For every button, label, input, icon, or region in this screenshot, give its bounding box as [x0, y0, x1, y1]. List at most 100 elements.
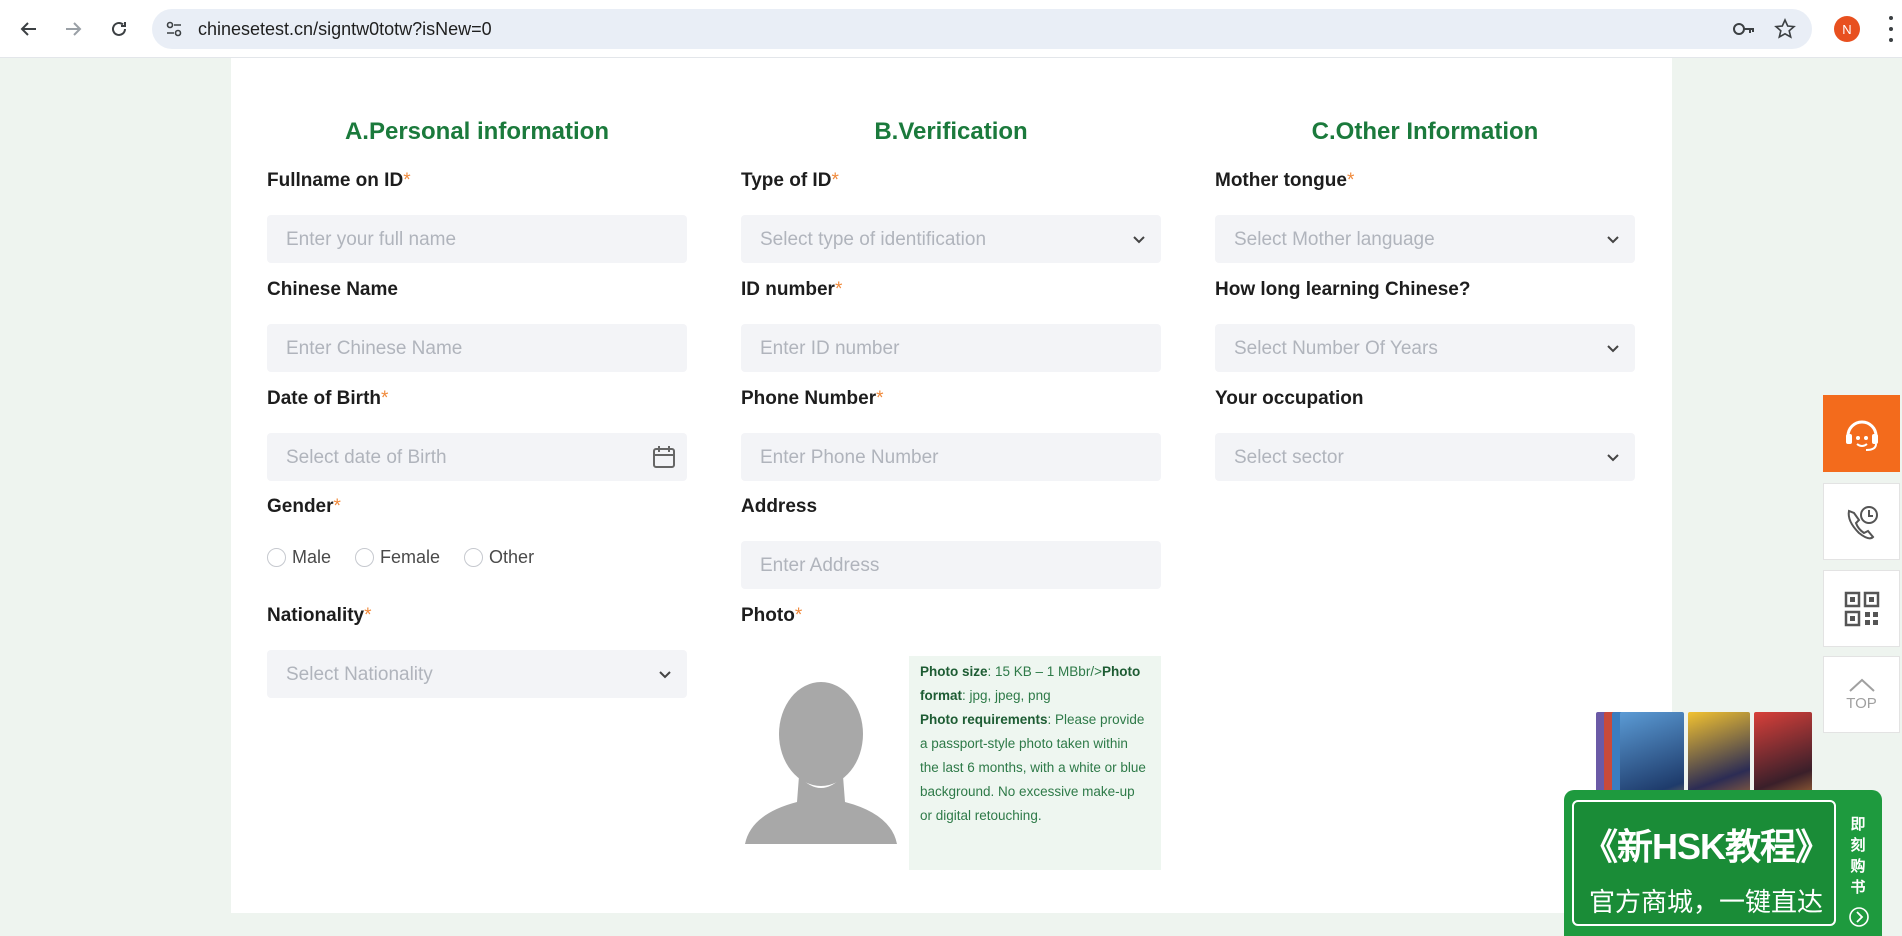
- customer-service-button[interactable]: [1823, 395, 1900, 472]
- learning-duration-select[interactable]: Select Number Of Years: [1215, 324, 1635, 372]
- required-asterisk: *: [834, 279, 843, 300]
- mother-tongue-field: Mother tongue* Select Mother language: [1215, 169, 1635, 263]
- gender-radio-group: Male Female Other: [267, 545, 687, 569]
- profile-avatar[interactable]: N: [1834, 16, 1860, 42]
- nationality-placeholder: Select Nationality: [286, 664, 433, 685]
- id-number-placeholder: Enter ID number: [760, 338, 900, 359]
- gender-option-male[interactable]: Male: [267, 547, 331, 568]
- section-title-verification: B.Verification: [874, 118, 1028, 145]
- id-number-input[interactable]: Enter ID number: [741, 324, 1161, 372]
- forward-button[interactable]: [58, 14, 88, 44]
- address-label: Address: [741, 496, 818, 517]
- dob-picker[interactable]: Select date of Birth: [267, 433, 687, 481]
- learning-duration-label: How long learning Chinese?: [1215, 279, 1471, 300]
- url-text[interactable]: chinesetest.cn/signtw0totw?isNew=0: [198, 19, 492, 40]
- back-button[interactable]: [14, 14, 44, 44]
- browser-toolbar: chinesetest.cn/signtw0totw?isNew=0 N: [0, 0, 1902, 58]
- dob-placeholder: Select date of Birth: [286, 447, 447, 468]
- gender-option-other[interactable]: Other: [464, 547, 534, 568]
- other-info-column: C.Other Information Mother tongue* Selec…: [1215, 58, 1635, 481]
- id-number-field: ID number* Enter ID number: [741, 278, 1161, 372]
- occupation-field: Your occupation Select sector: [1215, 387, 1635, 481]
- section-title-other: C.Other Information: [1311, 118, 1539, 145]
- fullname-placeholder: Enter your full name: [286, 229, 457, 250]
- radio-circle[interactable]: [355, 547, 375, 567]
- chevron-down-icon: [1133, 236, 1145, 244]
- phone-clock-icon: [1847, 505, 1878, 539]
- required-asterisk: *: [794, 605, 803, 626]
- required-asterisk: *: [876, 388, 884, 409]
- chinese-name-placeholder: Enter Chinese Name: [286, 338, 463, 359]
- chevron-down-icon: [659, 671, 671, 679]
- call-history-button[interactable]: [1823, 483, 1900, 560]
- mother-tongue-select[interactable]: Select Mother language: [1215, 215, 1635, 263]
- mother-tongue-label: Mother tongue*: [1215, 170, 1355, 191]
- arrow-circle-icon[interactable]: [1848, 906, 1870, 928]
- photo-label: Photo*: [741, 605, 803, 626]
- mother-tongue-placeholder: Select Mother language: [1234, 229, 1435, 250]
- section-title-personal: A.Personal information: [344, 118, 610, 145]
- phone-input[interactable]: Enter Phone Number: [741, 433, 1161, 481]
- promo-body[interactable]: 《新HSK教程》 官方商城，一键直达 即刻购书: [1564, 790, 1882, 936]
- occupation-label: Your occupation: [1215, 388, 1364, 409]
- required-asterisk: *: [333, 496, 341, 517]
- address-input[interactable]: Enter Address: [741, 541, 1161, 589]
- photo-upload-area[interactable]: Photo size: 15 KB – 1 MBbr/>Photo format…: [741, 656, 1161, 870]
- qr-code-icon: [1844, 591, 1879, 626]
- promo-main-panel: 《新HSK教程》 官方商城，一键直达: [1572, 800, 1836, 926]
- phone-field: Phone Number* Enter Phone Number: [741, 387, 1161, 481]
- required-asterisk: *: [1346, 170, 1355, 191]
- phone-label: Phone Number*: [741, 388, 884, 409]
- chevron-down-icon: [1607, 454, 1619, 462]
- hsk-textbook-promo-banner[interactable]: 《新HSK教程》 官方商城，一键直达 即刻购书: [1564, 712, 1882, 936]
- password-key-icon[interactable]: [1732, 19, 1756, 39]
- fullname-field: Fullname on ID* Enter your full name: [267, 169, 687, 263]
- photo-placeholder-silhouette[interactable]: [741, 676, 901, 846]
- address-bar[interactable]: chinesetest.cn/signtw0totw?isNew=0: [152, 9, 1812, 49]
- chinese-name-label: Chinese Name: [267, 279, 398, 300]
- id-number-label: ID number*: [741, 279, 843, 300]
- gender-option-female[interactable]: Female: [355, 547, 440, 568]
- chevron-up-icon: [1848, 678, 1875, 692]
- nationality-field: Nationality* Select Nationality: [267, 604, 687, 698]
- personal-info-column: A.Personal information Fullname on ID* E…: [267, 58, 687, 698]
- id-type-select[interactable]: Select type of identification: [741, 215, 1161, 263]
- buy-now-vertical-label[interactable]: 即刻购书: [1846, 814, 1870, 898]
- occupation-placeholder: Select sector: [1234, 447, 1344, 468]
- reload-icon: [112, 21, 126, 36]
- bookmark-star-icon[interactable]: [1774, 18, 1796, 40]
- learning-duration-field: How long learning Chinese? Select Number…: [1215, 278, 1635, 372]
- gender-label: Gender*: [267, 496, 341, 517]
- photo-requirements-note: Photo size: 15 KB – 1 MBbr/>Photo format…: [909, 656, 1161, 870]
- qr-code-button[interactable]: [1823, 570, 1900, 647]
- photo-field: Photo* Photo size: 15 KB – 1 MBbr/>Photo…: [741, 604, 1161, 870]
- promo-subtitle: 官方商城，一键直达: [1588, 887, 1823, 917]
- address-field: Address Enter Address: [741, 495, 1161, 589]
- reload-button[interactable]: [104, 14, 134, 44]
- dob-field: Date of Birth* Select date of Birth: [267, 387, 687, 481]
- radio-circle[interactable]: [464, 547, 484, 567]
- fullname-input[interactable]: Enter your full name: [267, 215, 687, 263]
- required-asterisk: *: [831, 170, 839, 191]
- verification-column: B.Verification Type of ID* Select type o…: [741, 58, 1161, 870]
- forward-arrow-icon: [66, 22, 82, 36]
- required-asterisk: *: [364, 605, 372, 626]
- occupation-select[interactable]: Select sector: [1215, 433, 1635, 481]
- radio-circle[interactable]: [267, 547, 286, 567]
- back-arrow-icon: [20, 22, 36, 36]
- fullname-label: Fullname on ID*: [267, 170, 411, 191]
- address-placeholder: Enter Address: [760, 555, 880, 576]
- site-settings-icon[interactable]: [164, 19, 184, 39]
- calendar-icon[interactable]: [651, 444, 677, 470]
- id-type-field: Type of ID* Select type of identificatio…: [741, 169, 1161, 263]
- required-asterisk: *: [381, 388, 389, 409]
- promo-title: 《新HSK教程》: [1581, 826, 1831, 867]
- gender-field: Gender* Male Female Other: [267, 495, 687, 569]
- nationality-label: Nationality*: [267, 605, 372, 626]
- nationality-select[interactable]: Select Nationality: [267, 650, 687, 698]
- dob-label: Date of Birth*: [267, 388, 389, 409]
- browser-menu-icon[interactable]: [1886, 16, 1896, 42]
- headset-icon: [1845, 420, 1878, 451]
- chinese-name-field: Chinese Name Enter Chinese Name: [267, 278, 687, 372]
- chinese-name-input[interactable]: Enter Chinese Name: [267, 324, 687, 372]
